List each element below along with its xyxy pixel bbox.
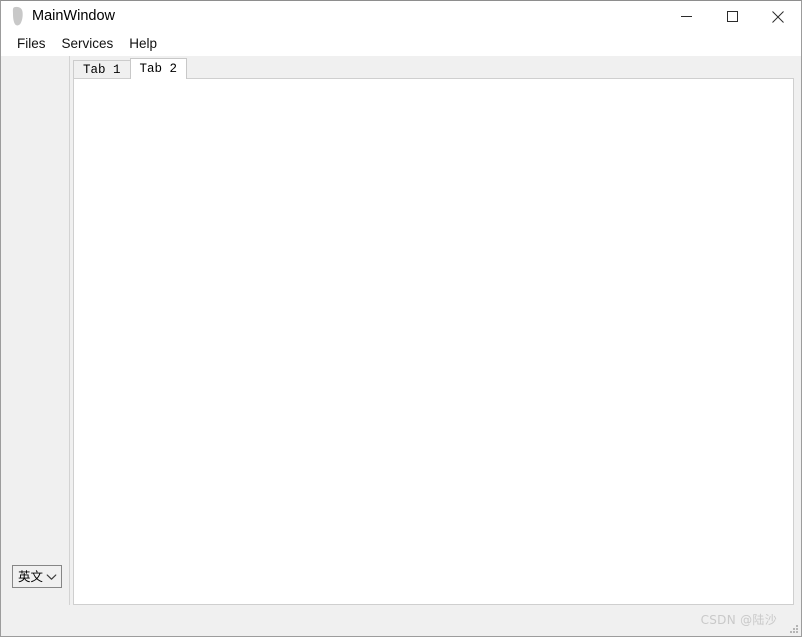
minimize-button[interactable] — [663, 1, 709, 32]
tab-bar: Tab 1 Tab 2 — [73, 58, 794, 79]
window-controls — [663, 1, 801, 32]
tab-widget: Tab 1 Tab 2 — [73, 58, 794, 605]
main-window: MainWindow Files Services Help 英文 Tab 1 … — [0, 0, 802, 637]
tab-tab-2[interactable]: Tab 2 — [129, 58, 188, 79]
menu-item-files[interactable]: Files — [9, 34, 54, 54]
app-blob-icon — [9, 6, 27, 27]
resize-grip-icon[interactable] — [785, 620, 798, 633]
close-button[interactable] — [755, 1, 801, 32]
tab-content-panel[interactable] — [73, 78, 794, 605]
menu-item-help[interactable]: Help — [121, 34, 165, 54]
chevron-down-icon — [45, 571, 57, 583]
window-title: MainWindow — [32, 8, 115, 24]
title-bar: MainWindow — [1, 1, 801, 32]
language-combobox-value: 英文 — [18, 569, 44, 584]
menu-bar: Files Services Help — [1, 32, 801, 56]
left-side-panel: 英文 — [1, 56, 70, 605]
watermark-text: CSDN @陆沙 — [700, 613, 777, 627]
menu-item-services[interactable]: Services — [54, 34, 122, 54]
language-combobox[interactable]: 英文 — [12, 565, 62, 588]
maximize-button[interactable] — [709, 1, 755, 32]
central-widget: 英文 Tab 1 Tab 2 — [1, 56, 801, 636]
tab-tab-1[interactable]: Tab 1 — [73, 60, 131, 79]
